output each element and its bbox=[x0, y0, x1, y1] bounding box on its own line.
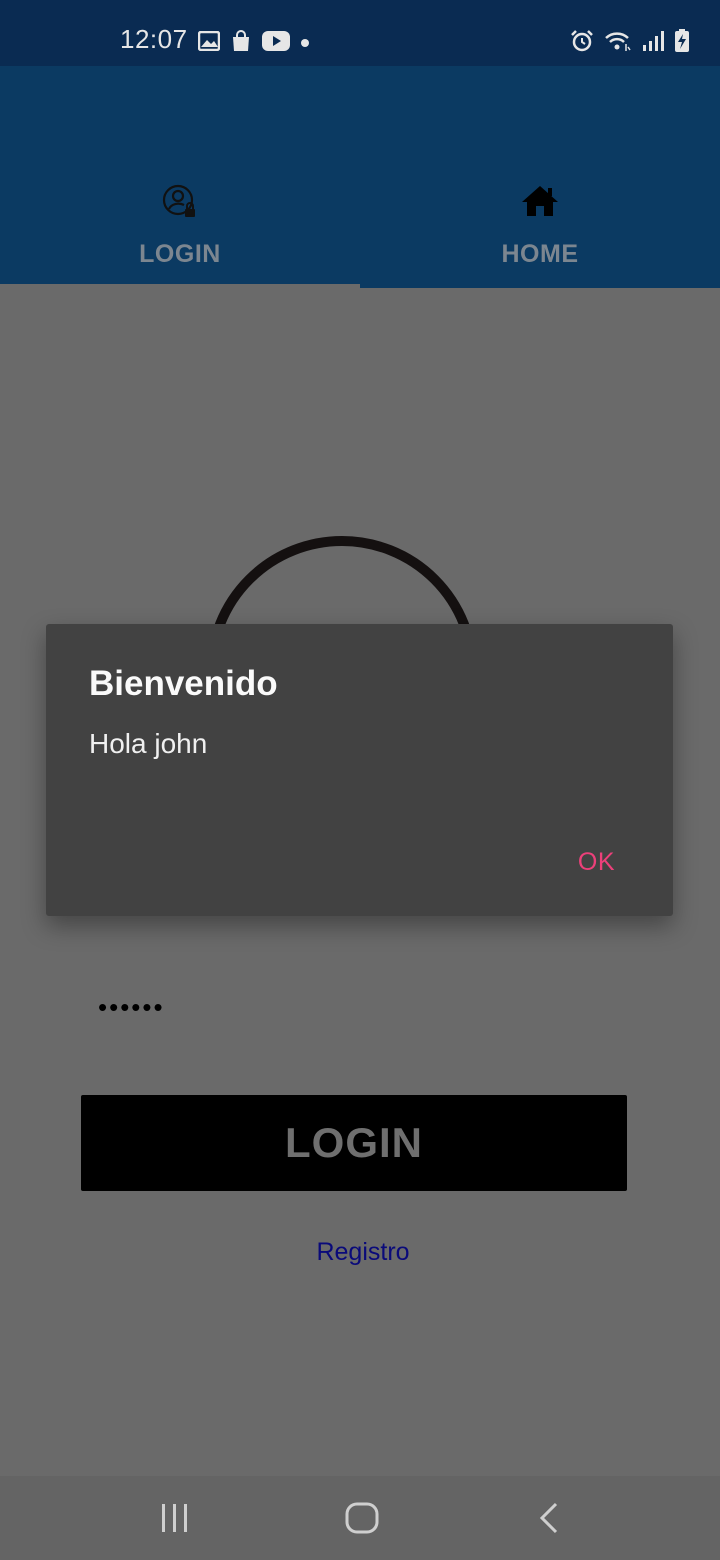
dialog-title: Bienvenido bbox=[89, 664, 278, 703]
navigation-bar bbox=[0, 1476, 720, 1560]
account-lock-icon bbox=[162, 184, 198, 225]
battery-charging-icon bbox=[674, 29, 690, 58]
home-circle-icon[interactable] bbox=[344, 1498, 380, 1543]
status-notification-icons bbox=[197, 30, 310, 57]
status-system-icons bbox=[570, 29, 690, 58]
image-icon bbox=[197, 30, 221, 56]
login-button[interactable]: LOGIN bbox=[81, 1095, 627, 1191]
signal-icon bbox=[642, 30, 664, 57]
status-bar: 12:07 bbox=[0, 0, 720, 66]
home-icon bbox=[520, 184, 560, 223]
back-icon[interactable] bbox=[536, 1498, 564, 1543]
shopping-bag-icon bbox=[230, 30, 252, 57]
tab-bar: LOGIN HOME bbox=[0, 66, 720, 288]
alarm-icon bbox=[570, 29, 594, 58]
wifi-icon bbox=[604, 30, 632, 57]
tab-home[interactable]: HOME bbox=[360, 66, 720, 288]
tab-home-label: HOME bbox=[501, 240, 579, 268]
youtube-icon bbox=[262, 31, 290, 56]
tab-login-label: LOGIN bbox=[139, 240, 221, 268]
dot-icon bbox=[300, 35, 310, 53]
recent-apps-icon[interactable] bbox=[158, 1498, 192, 1543]
dialog-ok-button[interactable]: OK bbox=[578, 848, 615, 877]
password-field[interactable]: •••••• bbox=[98, 992, 165, 1023]
status-time: 12:07 bbox=[120, 24, 188, 54]
tab-login[interactable]: LOGIN bbox=[0, 66, 360, 288]
welcome-dialog: Bienvenido Hola john OK bbox=[46, 624, 673, 916]
dialog-message: Hola john bbox=[89, 728, 208, 759]
register-link[interactable]: Registro bbox=[0, 1238, 720, 1267]
